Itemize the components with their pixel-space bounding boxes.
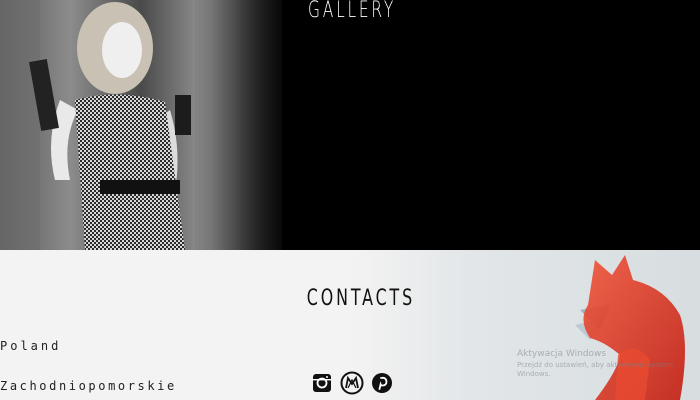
watermark-subtitle: Przejdź do ustawień, aby aktywować syste… <box>517 361 673 378</box>
gallery-photo[interactable] <box>0 0 282 250</box>
modelmayhem-icon[interactable] <box>340 371 364 395</box>
contacts-section: CONTACTS Poland Zachodniopomorskie Aktyw… <box>0 250 700 400</box>
windows-activation-watermark: Aktywacja Windows Przejdź do ustawień, a… <box>517 349 687 379</box>
watermark-title: Aktywacja Windows <box>517 349 607 359</box>
instagram-icon[interactable] <box>310 371 334 395</box>
region-text: Zachodniopomorskie <box>0 379 177 393</box>
country-text: Poland <box>0 339 62 353</box>
gallery-title: GALLERY <box>308 0 397 23</box>
gallery-section: GALLERY <box>0 0 700 250</box>
pinterest-icon[interactable] <box>370 371 394 395</box>
contacts-title: CONTACTS <box>306 286 416 311</box>
social-links <box>306 369 400 397</box>
